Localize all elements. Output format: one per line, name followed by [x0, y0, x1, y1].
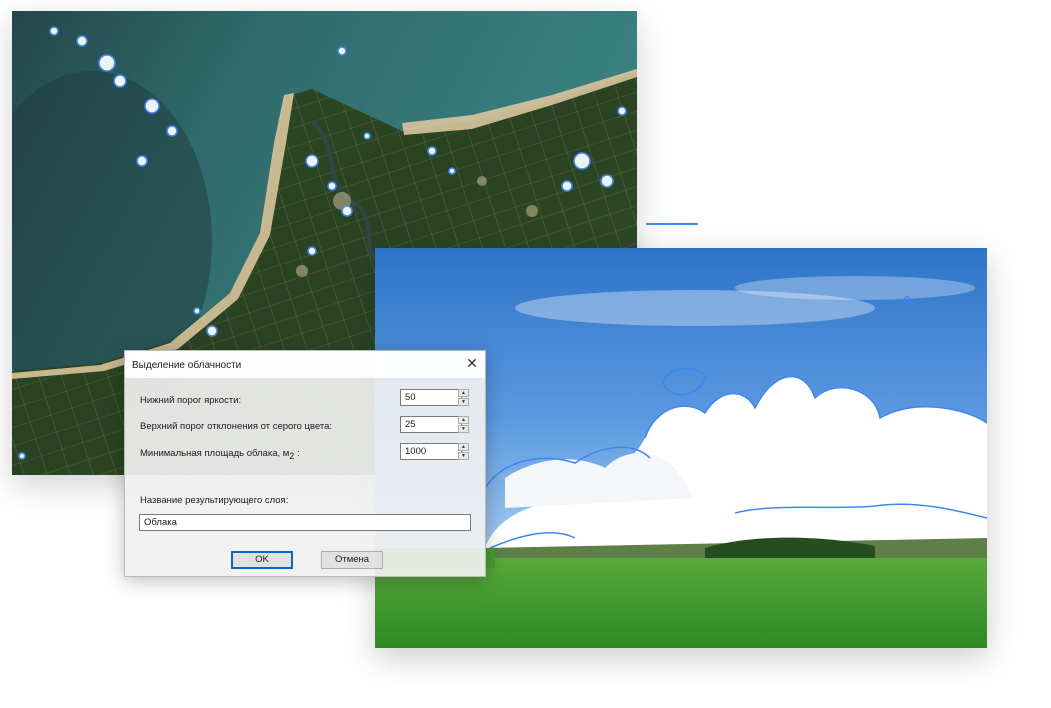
spin-up-icon[interactable]: ▲	[458, 443, 469, 451]
layer-name-input[interactable]: Облака	[139, 514, 471, 531]
ok-button[interactable]: OK	[231, 551, 293, 569]
cancel-button[interactable]: Отмена	[321, 551, 383, 569]
min-area-input[interactable]: 1000	[400, 443, 462, 460]
close-icon[interactable]: ✕	[465, 356, 479, 370]
spin-up-icon[interactable]: ▲	[458, 416, 469, 424]
brightness-threshold-input[interactable]: 50	[400, 389, 462, 406]
spin-down-icon[interactable]: ▼	[458, 425, 469, 433]
layer-name-label: Название результирующего слоя:	[140, 495, 289, 506]
gray-deviation-input[interactable]: 25	[400, 416, 462, 433]
gray-deviation-stepper[interactable]: 25 ▲ ▼	[400, 416, 470, 433]
spin-up-icon[interactable]: ▲	[458, 389, 469, 397]
min-area-label-text: Минимальная площадь облака, м	[140, 448, 290, 459]
brightness-threshold-label: Нижний порог яркости:	[140, 395, 242, 406]
accent-line	[646, 223, 698, 225]
gray-deviation-label: Верхний порог отклонения от серого цвета…	[140, 421, 332, 432]
brightness-threshold-stepper[interactable]: 50 ▲ ▼	[400, 389, 470, 406]
min-area-label-suffix: :	[294, 448, 300, 459]
min-area-label: Минимальная площадь облака, м2 :	[140, 448, 300, 461]
dialog-titlebar: Выделение облачности ✕	[125, 351, 485, 378]
dialog-title: Выделение облачности	[132, 360, 242, 371]
min-area-stepper[interactable]: 1000 ▲ ▼	[400, 443, 470, 460]
spin-down-icon[interactable]: ▼	[458, 398, 469, 406]
cloud-detection-dialog: Выделение облачности ✕ Нижний порог ярко…	[124, 350, 486, 577]
spin-down-icon[interactable]: ▼	[458, 452, 469, 460]
